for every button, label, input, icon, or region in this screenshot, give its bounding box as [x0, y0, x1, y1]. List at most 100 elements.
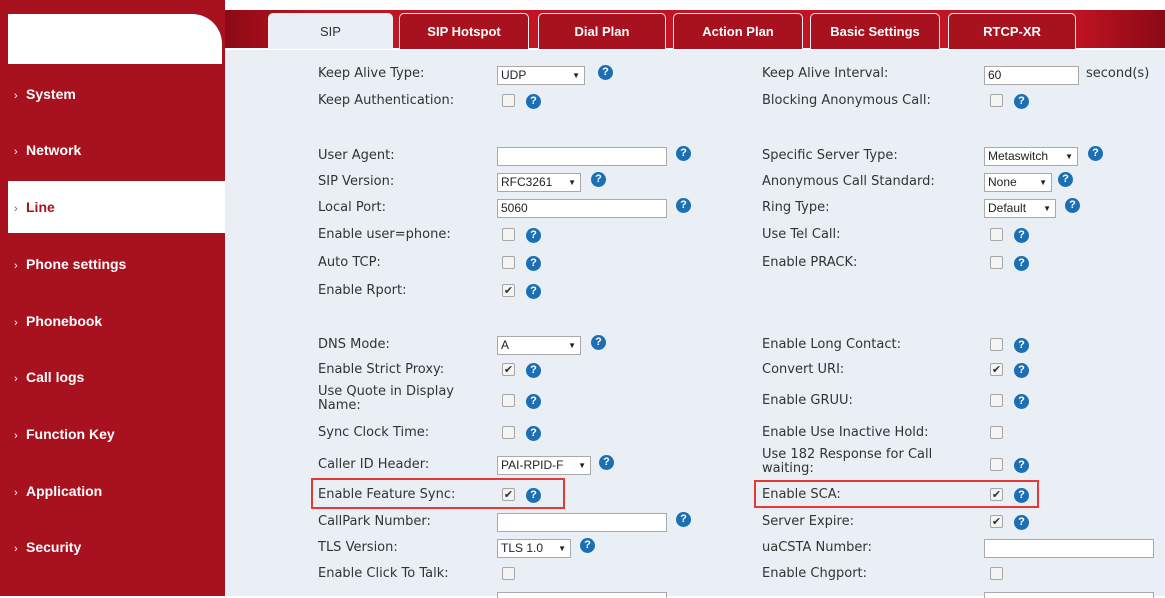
use-182-response-checkbox[interactable] [990, 458, 1003, 471]
help-icon[interactable]: ? [526, 426, 541, 441]
next-row-input[interactable] [497, 592, 667, 598]
anonymous-call-standard-label: Anonymous Call Standard: [762, 174, 935, 189]
tab-basic-settings[interactable]: Basic Settings [810, 13, 940, 49]
enable-strict-proxy-label: Enable Strict Proxy: [318, 362, 445, 377]
callpark-number-input[interactable] [497, 513, 667, 532]
enable-rport-checkbox[interactable]: ✔ [502, 284, 515, 297]
caller-id-header-select[interactable]: PAI-RPID-F ▼ [497, 456, 591, 475]
tab-dial-plan[interactable]: Dial Plan [538, 13, 666, 49]
enable-sca-label: Enable SCA: [762, 487, 841, 502]
help-icon[interactable]: ? [1014, 394, 1029, 409]
sip-version-select[interactable]: RFC3261 ▼ [497, 173, 581, 192]
enable-feature-sync-checkbox[interactable]: ✔ [502, 488, 515, 501]
help-icon[interactable]: ? [1014, 458, 1029, 473]
help-icon[interactable]: ? [598, 65, 613, 80]
tab-bar: SIP SIP Hotspot Dial Plan Action Plan Ba… [225, 0, 1165, 50]
tls-version-select[interactable]: TLS 1.0 ▼ [497, 539, 571, 558]
help-icon[interactable]: ? [526, 488, 541, 503]
user-agent-input[interactable] [497, 147, 667, 166]
use-quote-in-display-name-checkbox[interactable] [502, 394, 515, 407]
help-icon[interactable]: ? [1058, 172, 1073, 187]
help-icon[interactable]: ? [676, 512, 691, 527]
help-icon[interactable]: ? [1014, 338, 1029, 353]
help-icon[interactable]: ? [526, 284, 541, 299]
enable-user-phone-checkbox[interactable] [502, 228, 515, 241]
tab-sip[interactable]: SIP [268, 13, 393, 49]
help-icon[interactable]: ? [599, 455, 614, 470]
blocking-anonymous-call-label: Blocking Anonymous Call: [762, 93, 931, 108]
select-value: PAI-RPID-F [501, 458, 564, 472]
sidebar-item-phonebook[interactable]: › Phonebook [8, 295, 225, 347]
sidebar-item-label: Application [26, 483, 103, 499]
local-port-input[interactable]: 5060 [497, 199, 667, 218]
help-icon[interactable]: ? [526, 394, 541, 409]
help-icon[interactable]: ? [1014, 488, 1029, 503]
sidebar-item-network[interactable]: › Network [8, 124, 225, 176]
tab-action-plan[interactable]: Action Plan [673, 13, 803, 49]
sidebar-item-call-logs[interactable]: › Call logs [8, 351, 225, 403]
enable-strict-proxy-checkbox[interactable]: ✔ [502, 363, 515, 376]
help-icon[interactable]: ? [676, 146, 691, 161]
help-icon[interactable]: ? [1014, 363, 1029, 378]
dropdown-arrow-icon: ▼ [1065, 152, 1073, 161]
enable-use-inactive-hold-checkbox[interactable] [990, 426, 1003, 439]
keep-alive-interval-input[interactable]: 60 [984, 66, 1079, 85]
help-icon[interactable]: ? [1014, 256, 1029, 271]
sidebar-item-function-key[interactable]: › Function Key [8, 408, 225, 460]
help-icon[interactable]: ? [526, 363, 541, 378]
uacsta-number-input[interactable] [984, 539, 1154, 558]
keep-alive-interval-label: Keep Alive Interval: [762, 66, 889, 81]
enable-prack-checkbox[interactable] [990, 256, 1003, 269]
specific-server-type-select[interactable]: Metaswitch ▼ [984, 147, 1078, 166]
enable-gruu-checkbox[interactable] [990, 394, 1003, 407]
enable-feature-sync-label: Enable Feature Sync: [318, 487, 456, 502]
blocking-anonymous-call-checkbox[interactable] [990, 94, 1003, 107]
help-icon[interactable]: ? [1014, 94, 1029, 109]
sidebar-item-application[interactable]: › Application [8, 465, 225, 517]
help-icon[interactable]: ? [591, 172, 606, 187]
convert-uri-checkbox[interactable]: ✔ [990, 363, 1003, 376]
anonymous-call-standard-select[interactable]: None ▼ [984, 173, 1052, 192]
chevron-right-icon: › [14, 543, 18, 555]
ring-type-select[interactable]: Default ▼ [984, 199, 1056, 218]
help-icon[interactable]: ? [526, 228, 541, 243]
help-icon[interactable]: ? [591, 335, 606, 350]
help-icon[interactable]: ? [676, 198, 691, 213]
help-icon[interactable]: ? [580, 538, 595, 553]
sidebar-item-system[interactable]: › System [8, 68, 225, 120]
next-row-input[interactable] [984, 592, 1154, 598]
chevron-right-icon: › [14, 317, 18, 329]
help-icon[interactable]: ? [526, 94, 541, 109]
help-icon[interactable]: ? [1014, 515, 1029, 530]
use-182-response-label: Use 182 Response for Call waiting: [762, 447, 933, 476]
help-icon[interactable]: ? [1065, 198, 1080, 213]
help-icon[interactable]: ? [1014, 228, 1029, 243]
tab-sip-hotspot[interactable]: SIP Hotspot [399, 13, 529, 49]
chevron-right-icon: › [14, 203, 18, 215]
dropdown-arrow-icon: ▼ [558, 544, 566, 553]
keep-alive-type-select[interactable]: UDP ▼ [497, 66, 585, 85]
keep-alive-type-label: Keep Alive Type: [318, 66, 425, 81]
use-tel-call-checkbox[interactable] [990, 228, 1003, 241]
enable-long-contact-checkbox[interactable] [990, 338, 1003, 351]
enable-user-phone-label: Enable user=phone: [318, 227, 451, 242]
sidebar-item-label: Phone settings [26, 256, 127, 272]
enable-click-to-talk-checkbox[interactable] [502, 567, 515, 580]
enable-sca-checkbox[interactable]: ✔ [990, 488, 1003, 501]
sidebar-item-label: System [26, 86, 76, 102]
sidebar-item-label: Phonebook [26, 313, 103, 329]
server-expire-checkbox[interactable]: ✔ [990, 515, 1003, 528]
help-icon[interactable]: ? [526, 256, 541, 271]
chevron-right-icon: › [14, 146, 18, 158]
sidebar-item-security[interactable]: › Security [8, 521, 225, 573]
sync-clock-time-checkbox[interactable] [502, 426, 515, 439]
auto-tcp-checkbox[interactable] [502, 256, 515, 269]
sidebar-item-phone-settings[interactable]: › Phone settings [8, 238, 225, 290]
sidebar-item-label: Network [26, 142, 82, 158]
help-icon[interactable]: ? [1088, 146, 1103, 161]
dns-mode-select[interactable]: A ▼ [497, 336, 581, 355]
keep-authentication-checkbox[interactable] [502, 94, 515, 107]
tab-rtcp-xr[interactable]: RTCP-XR [948, 13, 1076, 49]
enable-chgport-checkbox[interactable] [990, 567, 1003, 580]
sidebar-item-line[interactable]: › Line [8, 181, 225, 233]
